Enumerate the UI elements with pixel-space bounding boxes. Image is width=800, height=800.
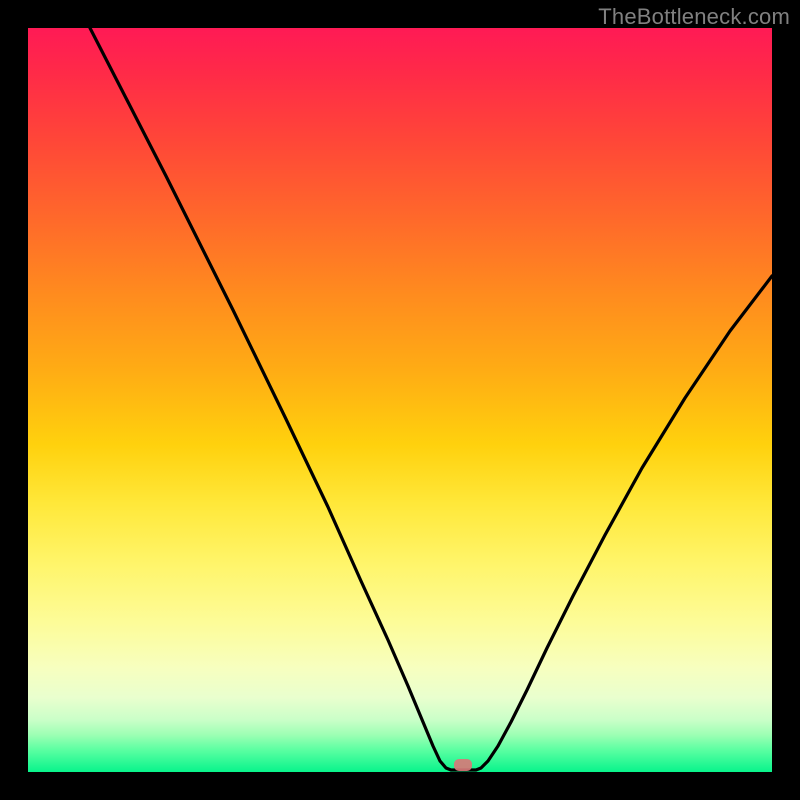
curve-path [90,28,772,770]
bottleneck-curve [28,28,772,772]
chart-frame: TheBottleneck.com [0,0,800,800]
watermark-text: TheBottleneck.com [598,4,790,30]
optimum-marker [454,759,472,771]
plot-area [28,28,772,772]
